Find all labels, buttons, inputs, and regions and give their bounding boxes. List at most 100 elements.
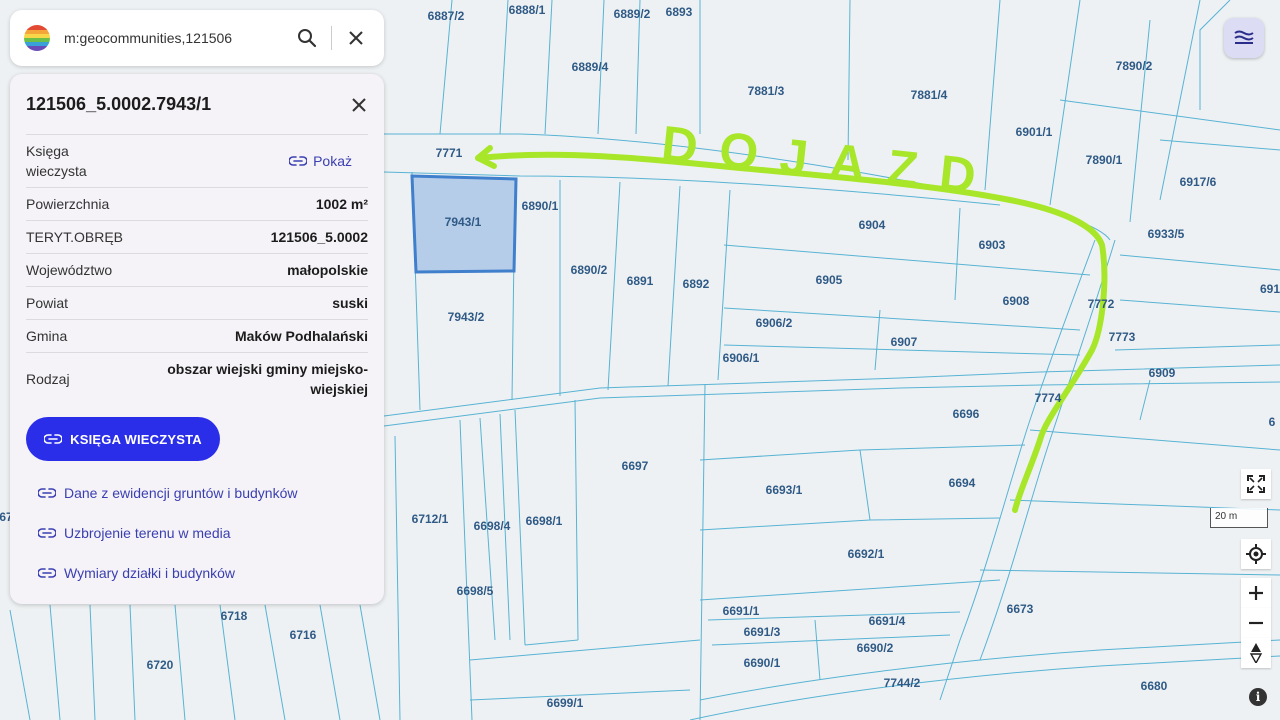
parcel-label: 691 <box>1260 282 1280 296</box>
parcel-label: 6697 <box>622 459 649 473</box>
row-label: Powierzchnia <box>26 196 110 212</box>
parcel-label: 6691/3 <box>744 625 781 639</box>
parcel-label: 6890/1 <box>522 199 559 213</box>
search-bar: m:geocommunities,121506 <box>10 10 384 66</box>
ksiega-wieczysta-button-label: KSIĘGA WIECZYSTA <box>70 431 202 447</box>
parcel-label: 7772 <box>1088 297 1115 311</box>
link-label: Uzbrojenie terenu w media <box>64 525 231 541</box>
parcel-label: 6906/1 <box>723 351 760 365</box>
link-icon <box>44 434 63 444</box>
parcel-label: 6673 <box>1007 602 1034 616</box>
parcel-label: 7771 <box>436 146 463 160</box>
search-input[interactable]: m:geocommunities,121506 <box>64 30 287 46</box>
parcel-label: 6890/2 <box>571 263 608 277</box>
parcel-label: 6690/2 <box>857 641 894 655</box>
row-value: małopolskie <box>287 262 368 278</box>
parcel-label: 6694 <box>949 476 976 490</box>
search-icon <box>298 29 317 48</box>
link-dane-ewidencji[interactable]: Dane z ewidencji gruntów i budynków <box>38 485 297 501</box>
ksiega-wieczysta-button[interactable]: KSIĘGA WIECZYSTA <box>26 417 220 461</box>
parcel-label: 6698/5 <box>457 584 494 598</box>
row-wojewodztwo: Województwo małopolskie <box>26 253 368 286</box>
close-icon <box>349 31 363 45</box>
app-logo-icon <box>24 25 50 51</box>
layers-icon <box>1234 30 1254 44</box>
close-panel-button[interactable] <box>344 90 374 120</box>
row-value: obszar wiejski gminy miejsko-wiejskiej <box>167 361 368 397</box>
parcel-label: 7890/2 <box>1116 59 1153 73</box>
row-label: Rodzaj <box>26 371 70 387</box>
row-value: 1002 m² <box>315 196 368 212</box>
parcel-label: 6905 <box>816 273 843 287</box>
parcel-label: 6690/1 <box>744 656 781 670</box>
locate-button[interactable] <box>1241 539 1271 569</box>
parcel-label: 6716 <box>290 628 317 642</box>
row-value: suski <box>332 295 368 311</box>
parcel-label: 6889/2 <box>614 7 651 21</box>
info-icon: i <box>1255 690 1261 704</box>
parcel-label: 6698/1 <box>526 514 563 528</box>
link-uzbrojenie-terenu[interactable]: Uzbrojenie terenu w media <box>38 525 231 541</box>
row-gmina: Gmina Maków Podhalański <box>26 319 368 352</box>
zoom-in-button[interactable] <box>1241 578 1271 608</box>
close-icon <box>352 98 366 112</box>
parcel-label: 6887/2 <box>428 9 465 23</box>
fullscreen-button[interactable] <box>1241 469 1271 499</box>
parcel-label: 6933/5 <box>1148 227 1185 241</box>
parcel-label: 6908 <box>1003 294 1030 308</box>
show-ksiega-label: Pokaż <box>313 153 352 169</box>
layers-button[interactable] <box>1224 18 1264 58</box>
parcel-label: 6888/1 <box>509 3 546 17</box>
parcel-label: 6696 <box>953 407 980 421</box>
minus-icon <box>1249 621 1263 625</box>
row-value: 121506_5.0002 <box>270 229 368 245</box>
parcel-label: 6691/1 <box>723 604 760 618</box>
parcel-label: 6893 <box>666 5 693 19</box>
show-ksiega-link[interactable]: Pokaż <box>289 153 352 169</box>
parcel-label: 6 <box>1269 415 1276 429</box>
link-label: Dane z ewidencji gruntów i budynków <box>64 485 298 501</box>
parcel-label: 7890/1 <box>1086 153 1123 167</box>
parcel-label: 7881/4 <box>911 88 948 102</box>
row-teryt-obreb: TERYT.OBRĘB 121506_5.0002 <box>26 220 368 253</box>
parcel-label: 6889/4 <box>572 60 609 74</box>
parcel-label: 6680 <box>1141 679 1168 693</box>
row-label: TERYT.OBRĘB <box>26 229 123 245</box>
parcel-label: 7881/3 <box>748 84 785 98</box>
parcel-label: 6720 <box>147 658 174 672</box>
row-powiat: Powiat suski <box>26 286 368 319</box>
link-wymiary-dzialki[interactable]: Wymiary działki i budynków <box>38 565 235 581</box>
zoom-out-button[interactable] <box>1241 608 1271 638</box>
parcel-label: 6904 <box>859 218 886 232</box>
parcel-label: 7943/1 <box>445 215 482 229</box>
parcel-title: 121506_5.0002.7943/1 <box>26 94 212 114</box>
parcel-label: 6691/4 <box>869 614 906 628</box>
search-button[interactable] <box>287 18 327 58</box>
parcel-label: 6712/1 <box>412 512 449 526</box>
link-label: Wymiary działki i budynków <box>64 565 236 581</box>
row-rodzaj: Rodzaj obszar wiejski gminy miejsko-wiej… <box>26 352 368 405</box>
info-button[interactable]: i <box>1249 688 1267 706</box>
parcel-label: 6901/1 <box>1016 125 1053 139</box>
compass-button[interactable] <box>1241 638 1271 668</box>
row-label: Powiat <box>26 295 69 311</box>
row-label: Gmina <box>26 328 68 344</box>
parcel-label: 6891 <box>627 274 654 288</box>
row-label: Księga wieczysta <box>26 143 87 179</box>
plus-icon <box>1249 586 1263 600</box>
clear-search-button[interactable] <box>336 18 376 58</box>
link-icon <box>38 568 56 578</box>
parcel-label: 6693/1 <box>766 483 803 497</box>
fullscreen-icon <box>1247 475 1265 493</box>
parcel-label: 6718 <box>221 609 248 623</box>
row-value: Maków Podhalański <box>234 328 368 344</box>
annotation-route <box>475 151 1108 513</box>
parcel-label: 6692/1 <box>848 547 885 561</box>
parcel-label: 6699/1 <box>547 696 584 710</box>
parcel-label: 6698/4 <box>474 519 511 533</box>
parcel-label: 7744/2 <box>884 676 921 690</box>
parcel-attributes: Księga wieczysta Pokaż Powierzchnia 1002… <box>26 134 368 405</box>
annotation-text: DOJAZD <box>659 115 1001 206</box>
parcel-label: 6906/2 <box>756 316 793 330</box>
crosshair-icon <box>1246 544 1266 564</box>
